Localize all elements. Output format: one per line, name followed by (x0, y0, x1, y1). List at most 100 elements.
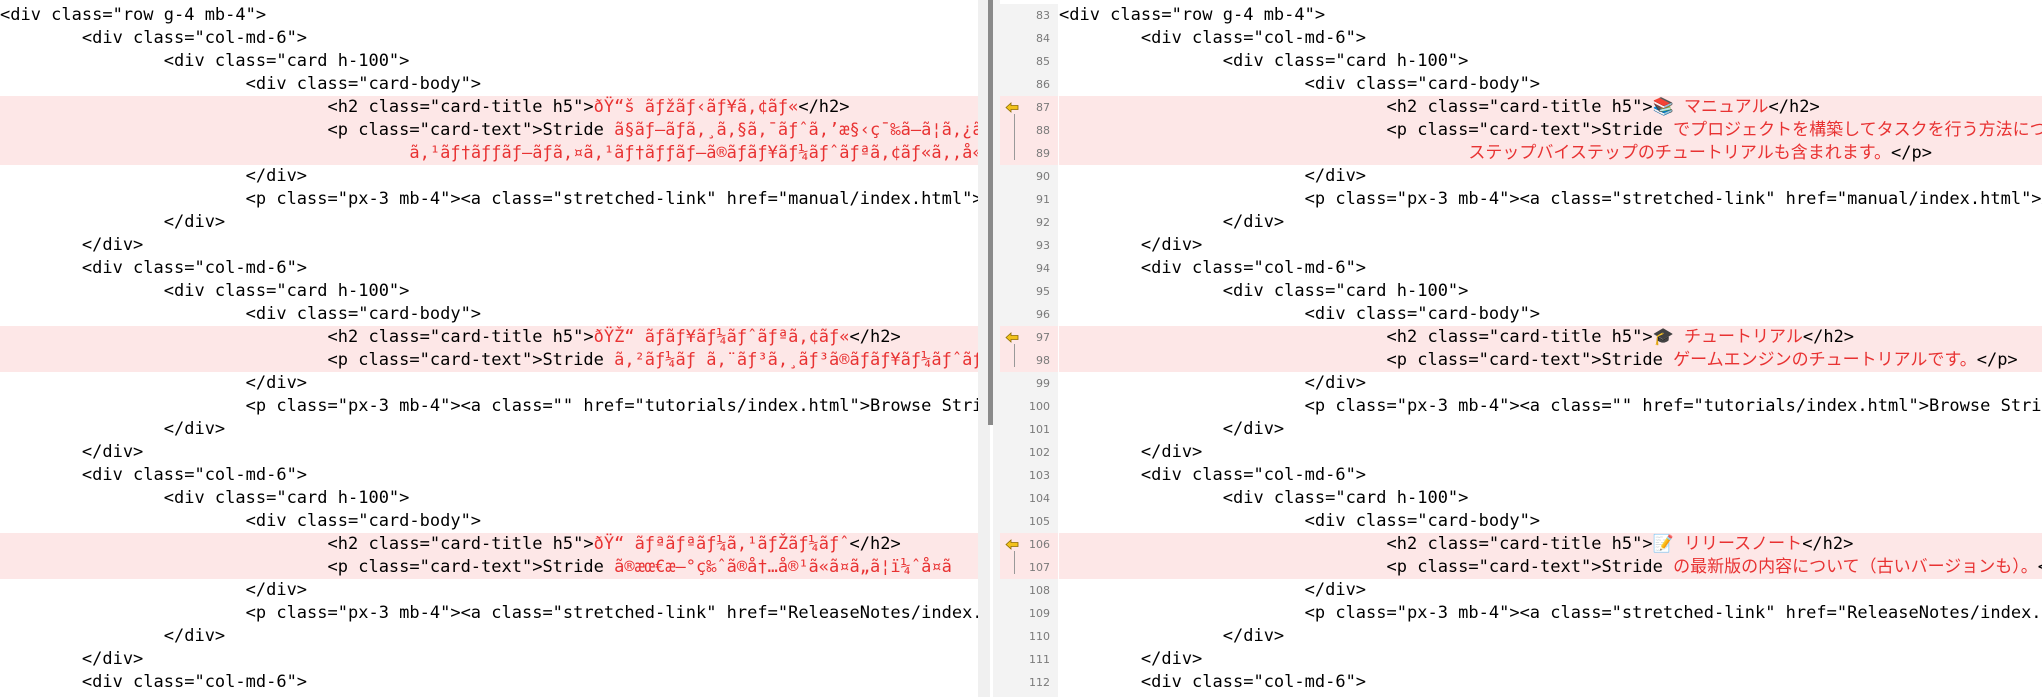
mojibake-text: ã§ãƒ—ãƒ­ã‚¸ã‚§ã‚¯ãƒˆã‚’æ§‹ç¯‰ã—ã¦ã‚¿ã (614, 120, 978, 140)
line-number: 91 (1000, 188, 1058, 211)
code-line[interactable]: <p class="card-text">Stride ã®æœ€æ–°ç‰ˆã… (0, 556, 978, 579)
line-number: 102 (1000, 441, 1058, 464)
code-line[interactable]: <div class="col-md-6"> (0, 27, 978, 50)
code-line[interactable]: </div> (1059, 579, 2042, 602)
code-text: <p class="card-text">Stride (1059, 557, 1674, 577)
code-line[interactable]: <div class="row g-4 mb-4"> (0, 4, 978, 27)
line-number-text: 106 (1029, 538, 1050, 551)
code-line[interactable]: <div class="card h-100"> (1059, 50, 2042, 73)
code-line[interactable]: <p class="px-3 mb-4"><a class="stretched… (0, 188, 978, 211)
code-line[interactable]: </div> (0, 648, 978, 671)
code-line[interactable]: <div class="card-body"> (1059, 73, 2042, 96)
code-line[interactable]: <div class="col-md-6"> (0, 257, 978, 280)
mojibake-text: ðŸ“ ãƒªãƒªãƒ¼ã‚¹ãƒŽãƒ¼ãƒˆ (593, 534, 850, 554)
code-line[interactable]: <p class="px-3 mb-4"><a class="" href="t… (0, 395, 978, 418)
code-line[interactable]: <p class="card-text">Stride ã‚²ãƒ¼ãƒ ã‚¨… (0, 349, 978, 372)
code-text: <div class="row g-4 mb-4"> (1059, 5, 1326, 25)
code-line[interactable]: <p class="card-text">Stride ã§ãƒ—ãƒ­ã‚¸ã… (0, 119, 978, 142)
code-line[interactable]: <div class="card-body"> (0, 73, 978, 96)
code-line[interactable]: <div class="card-body"> (0, 303, 978, 326)
code-text: </div> (0, 373, 308, 393)
code-text: <h2 class="card-title h5"> (0, 327, 594, 347)
code-line[interactable]: <h2 class="card-title h5">ðŸ“ ãƒªãƒªãƒ¼ã… (0, 533, 978, 556)
code-line[interactable]: <div class="col-md-6"> (0, 464, 978, 487)
line-number-text: 99 (1036, 377, 1050, 390)
right-pane[interactable]: 83 84 85 86 87 88 89 90 91 92 93 94 95 96 97 98 99 100 101… (1000, 0, 2042, 697)
code-line[interactable]: <div class="row g-4 mb-4"> (1059, 4, 2042, 27)
code-line[interactable]: <div class="col-md-6"> (1059, 257, 2042, 280)
code-line[interactable]: <p class="card-text">Stride ゲームエンジンのチュート… (1059, 349, 2042, 372)
code-line[interactable]: </div> (1059, 418, 2042, 441)
code-line[interactable]: ã‚¹ãƒ†ãƒƒãƒ—ãƒã‚¤ã‚¹ãƒ†ãƒƒãƒ—ã®ãƒãƒ¥ãƒ¼ã… (0, 142, 978, 165)
left-code[interactable]: <div class="row g-4 mb-4"> <div class="c… (0, 4, 978, 694)
code-line[interactable]: <p class="px-3 mb-4"><a class="stretched… (1059, 602, 2042, 625)
code-line[interactable]: <div class="card h-100"> (1059, 487, 2042, 510)
code-line[interactable]: <div class="col-md-6"> (1059, 464, 2042, 487)
code-line[interactable]: </div> (0, 625, 978, 648)
code-line[interactable]: <p class="px-3 mb-4"><a class="stretched… (0, 602, 978, 625)
code-line[interactable]: <p class="card-text">Stride でプロジェクトを構築して… (1059, 119, 2042, 142)
code-line[interactable]: </div> (0, 441, 978, 464)
code-line[interactable]: <h2 class="card-title h5">ðŸ“š ãƒžãƒ‹ãƒ¥… (0, 96, 978, 119)
japanese-text: 📚 マニュアル (1652, 97, 1769, 117)
code-line[interactable]: <div class="card h-100"> (0, 280, 978, 303)
code-line[interactable]: <div class="card h-100"> (0, 487, 978, 510)
code-line[interactable]: </div> (1059, 648, 2042, 671)
line-number-text: 105 (1029, 515, 1050, 528)
code-text: <p class="card-text">Stride (0, 350, 615, 370)
line-number: 96 (1000, 303, 1058, 326)
code-text: <div class="card-body"> (0, 511, 482, 531)
copy-left-arrow-icon[interactable] (1005, 102, 1019, 113)
code-text: <p class="card-text">Stride (1059, 350, 1674, 370)
code-line[interactable]: </div> (0, 418, 978, 441)
code-line[interactable]: </div> (1059, 211, 2042, 234)
code-line[interactable]: <div class="col-md-6"> (0, 671, 978, 694)
code-line[interactable]: <p class="px-3 mb-4"><a class="stretched… (1059, 188, 2042, 211)
code-line[interactable]: </div> (0, 165, 978, 188)
code-line[interactable]: <div class="card h-100"> (1059, 280, 2042, 303)
code-line[interactable]: ステップバイステップのチュートリアルも含まれます。</p> (1059, 142, 2042, 165)
line-number: 90 (1000, 165, 1058, 188)
code-line[interactable]: </div> (1059, 372, 2042, 395)
code-line[interactable]: <p class="card-text">Stride の最新版の内容について（… (1059, 556, 2042, 579)
diff-block-bracket (1014, 344, 1015, 367)
line-number-text: 108 (1029, 584, 1050, 597)
code-line[interactable]: </div> (0, 579, 978, 602)
code-line[interactable]: <div class="col-md-6"> (1059, 671, 2042, 694)
code-line[interactable]: <div class="card-body"> (1059, 510, 2042, 533)
diff-block-bracket (1014, 551, 1015, 574)
code-text: </div> (1059, 580, 1367, 600)
code-line[interactable]: <h2 class="card-title h5">🎓 チュートリアル</h2> (1059, 326, 2042, 349)
code-line[interactable]: </div> (1059, 625, 2042, 648)
code-line[interactable]: </div> (1059, 441, 2042, 464)
code-line[interactable]: <h2 class="card-title h5">📝 リリースノート</h2> (1059, 533, 2042, 556)
code-line[interactable]: <div class="card-body"> (0, 510, 978, 533)
copy-left-arrow-icon[interactable] (1005, 332, 1019, 343)
code-text: <div class="col-md-6"> (0, 258, 308, 278)
code-line[interactable]: </div> (1059, 165, 2042, 188)
left-pane[interactable]: <div class="row g-4 mb-4"> <div class="c… (0, 0, 978, 697)
code-line[interactable]: <div class="card h-100"> (0, 50, 978, 73)
code-line[interactable]: <h2 class="card-title h5">📚 マニュアル</h2> (1059, 96, 2042, 119)
line-number: 107 (1000, 556, 1058, 579)
code-line[interactable]: </div> (0, 211, 978, 234)
code-line[interactable]: <div class="col-md-6"> (1059, 27, 2042, 50)
right-code[interactable]: <div class="row g-4 mb-4"> <div class="c… (1059, 4, 2042, 694)
copy-left-arrow-icon[interactable] (1005, 539, 1019, 550)
japanese-text: ゲームエンジンのチュートリアルです。 (1673, 350, 1977, 370)
code-line[interactable]: <p class="px-3 mb-4"><a class="" href="t… (1059, 395, 2042, 418)
code-text: <div class="card-body"> (1059, 511, 1541, 531)
code-text: <div class="col-md-6"> (0, 28, 308, 48)
code-line[interactable]: </div> (0, 372, 978, 395)
line-number: 97 (1000, 326, 1058, 349)
code-line[interactable]: </div> (1059, 234, 2042, 257)
code-text: <p class="card-text">Stride (1059, 120, 1674, 140)
line-number-text: 111 (1029, 653, 1050, 666)
code-line[interactable]: <div class="card-body"> (1059, 303, 2042, 326)
line-number: 110 (1000, 625, 1058, 648)
line-number-text: 96 (1036, 308, 1050, 321)
code-text: </div> (0, 419, 226, 439)
code-text: <p class="px-3 mb-4"><a class="" href="t… (0, 396, 978, 416)
code-line[interactable]: <h2 class="card-title h5">ðŸŽ“ ãƒãƒ¥ãƒ¼ã… (0, 326, 978, 349)
code-line[interactable]: </div> (0, 234, 978, 257)
